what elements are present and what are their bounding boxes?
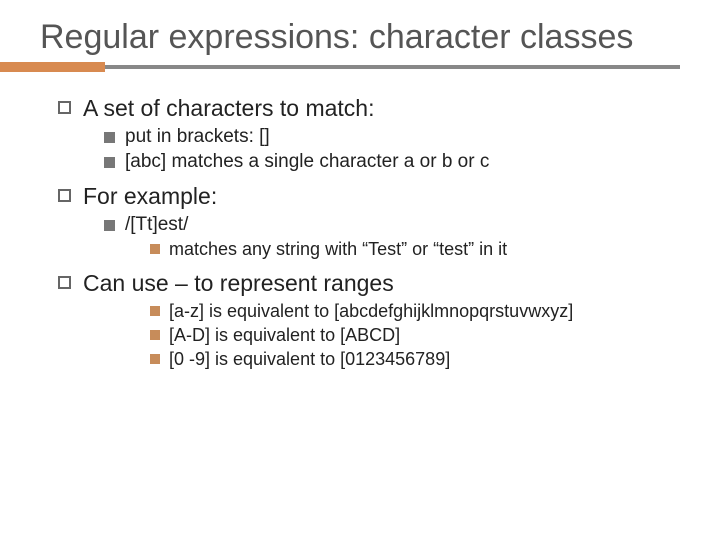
list-text: matches any string with “Test” or “test”… — [169, 239, 507, 260]
bullet-square-icon — [104, 220, 115, 231]
list-item: put in brackets: [] — [104, 126, 680, 148]
bullet-open-icon — [58, 276, 71, 289]
bullet-small-icon — [150, 306, 160, 316]
list-item: For example: — [58, 183, 680, 210]
list-text: [a-z] is equivalent to [abcdefghijklmnop… — [169, 301, 573, 322]
list-item: A set of characters to match: — [58, 95, 680, 122]
list-item: [abc] matches a single character a or b … — [104, 151, 680, 173]
list-item: [0 -9] is equivalent to [0123456789] — [150, 349, 680, 370]
list-text: Can use – to represent ranges — [83, 270, 394, 297]
list-text: A set of characters to match: — [83, 95, 374, 122]
bullet-small-icon — [150, 330, 160, 340]
bullet-small-icon — [150, 354, 160, 364]
bullet-square-icon — [104, 157, 115, 168]
slide-body: A set of characters to match: put in bra… — [40, 95, 680, 370]
list-item: Can use – to represent ranges — [58, 270, 680, 297]
bullet-small-icon — [150, 244, 160, 254]
bullet-open-icon — [58, 189, 71, 202]
list-text: [0 -9] is equivalent to [0123456789] — [169, 349, 450, 370]
list-item: [a-z] is equivalent to [abcdefghijklmnop… — [150, 301, 680, 322]
list-text: [abc] matches a single character a or b … — [125, 151, 489, 173]
slide-title: Regular expressions: character classes — [40, 18, 680, 57]
bullet-open-icon — [58, 101, 71, 114]
list-text: [A-D] is equivalent to [ABCD] — [169, 325, 400, 346]
list-text: /[Tt]est/ — [125, 214, 188, 236]
bullet-square-icon — [104, 132, 115, 143]
list-text: put in brackets: [] — [125, 126, 270, 148]
list-item: /[Tt]est/ — [104, 214, 680, 236]
list-item: [A-D] is equivalent to [ABCD] — [150, 325, 680, 346]
title-underline — [40, 65, 680, 69]
list-item: matches any string with “Test” or “test”… — [150, 239, 680, 260]
list-text: For example: — [83, 183, 217, 210]
